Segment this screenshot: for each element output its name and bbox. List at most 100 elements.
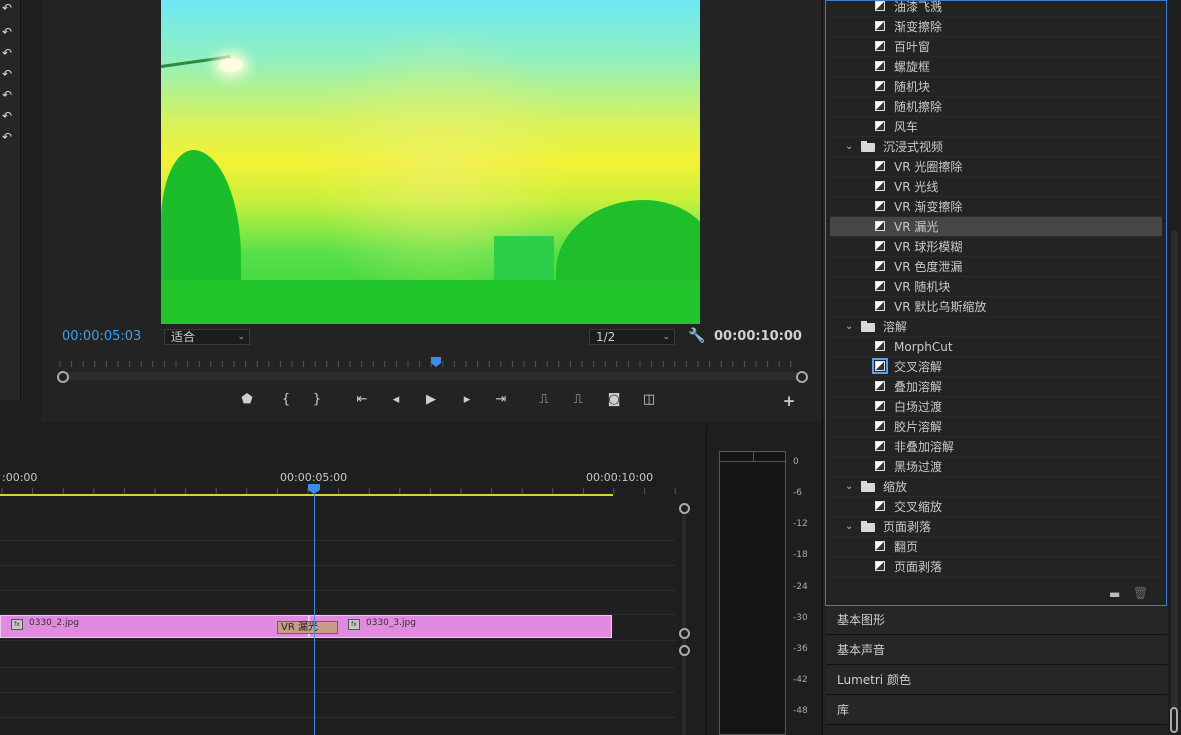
effect-item[interactable]: VR 球形模糊: [830, 237, 1162, 257]
chevron-down-icon[interactable]: ⌄: [845, 517, 853, 537]
chevron-down-icon[interactable]: ⌄: [845, 137, 853, 157]
monitor-zoom-bar[interactable]: [62, 372, 801, 380]
effect-item[interactable]: VR 色度泄漏: [830, 257, 1162, 277]
effect-item[interactable]: VR 默比乌斯缩放: [830, 297, 1162, 317]
panel-basic-graphics[interactable]: 基本图形: [826, 606, 1167, 635]
scroll-handle[interactable]: [1170, 707, 1178, 733]
timeline-vertical-scrollbar[interactable]: [682, 512, 686, 735]
undo-icon[interactable]: ↶: [0, 108, 14, 124]
effect-item[interactable]: 交叉缩放: [830, 497, 1162, 517]
fit-select[interactable]: 适合 ⌄: [164, 329, 250, 345]
undo-icon[interactable]: ↶: [0, 0, 14, 16]
undo-icon[interactable]: ↶: [0, 24, 14, 40]
timeline-ruler-label: 00:00:10:00: [586, 471, 654, 484]
lift-icon[interactable]: ⎍: [535, 392, 553, 407]
clip[interactable]: fx 0330_2.jpg: [0, 615, 309, 638]
trash-icon[interactable]: 🗑: [1133, 586, 1148, 600]
effect-item[interactable]: 风车: [830, 117, 1162, 137]
db-label: -48: [793, 706, 808, 716]
effect-item[interactable]: 油漆飞溅: [830, 0, 1162, 17]
camera-icon[interactable]: ◙: [605, 392, 623, 407]
effect-folder[interactable]: ⌄ 沉浸式视频: [830, 137, 1162, 157]
mark-in-icon[interactable]: {: [277, 392, 295, 407]
scrollbar-thumb[interactable]: [1171, 230, 1178, 710]
effect-folder[interactable]: ⌄ 溶解: [830, 317, 1162, 337]
folder-label: 缩放: [883, 480, 908, 494]
effect-label: 油漆飞溅: [894, 0, 943, 14]
effect-item[interactable]: 螺旋框: [830, 57, 1162, 77]
effect-item[interactable]: MorphCut: [830, 337, 1162, 357]
transition-icon: [875, 401, 885, 411]
effect-item[interactable]: VR 渐变擦除: [830, 197, 1162, 217]
step-forward-icon[interactable]: ▸: [458, 392, 476, 407]
folder-icon: [861, 481, 875, 492]
add-marker-icon[interactable]: ⬟: [238, 392, 256, 407]
effect-label: VR 默比乌斯缩放: [894, 300, 987, 314]
scroll-handle[interactable]: [679, 645, 690, 656]
transition-icon: [875, 41, 885, 51]
mark-out-icon[interactable]: }: [308, 392, 326, 407]
effect-item[interactable]: 叠加溶解: [830, 377, 1162, 397]
zoom-handle-left[interactable]: [57, 371, 69, 383]
step-back-icon[interactable]: ◂: [387, 392, 405, 407]
effect-item[interactable]: 交叉溶解: [830, 357, 1162, 377]
effect-item[interactable]: 白场过渡: [830, 397, 1162, 417]
effect-item[interactable]: 百叶窗: [830, 37, 1162, 57]
effect-item[interactable]: 随机块: [830, 77, 1162, 97]
effect-label: 胶片溶解: [894, 420, 943, 434]
new-folder-icon[interactable]: ▬: [1109, 587, 1120, 601]
transition-icon: [875, 201, 885, 211]
effect-label: 黑场过渡: [894, 460, 943, 474]
transition-icon: [875, 501, 885, 511]
undo-icon[interactable]: ↶: [0, 87, 14, 103]
transition-icon: [875, 1, 885, 11]
effect-item[interactable]: 渐变擦除: [830, 17, 1162, 37]
zoom-handle-right[interactable]: [796, 371, 808, 383]
effect-folder[interactable]: ⌄ 页面剥落: [830, 517, 1162, 537]
effect-folder[interactable]: ⌄ 缩放: [830, 477, 1162, 497]
go-to-out-icon[interactable]: ⇥: [492, 392, 510, 407]
chevron-down-icon[interactable]: ⌄: [845, 317, 853, 337]
go-to-in-icon[interactable]: ⇤: [353, 392, 371, 407]
comparison-view-icon[interactable]: ◫: [640, 392, 658, 407]
wrench-icon[interactable]: 🔧: [688, 328, 705, 344]
effect-item[interactable]: VR 光圈擦除: [830, 157, 1162, 177]
effect-item[interactable]: VR 随机块: [830, 277, 1162, 297]
transition[interactable]: VR 漏光: [277, 621, 338, 634]
panel-lumetri-color[interactable]: Lumetri 颜色: [826, 666, 1167, 695]
extract-icon[interactable]: ⎍: [569, 392, 587, 407]
db-label: -36: [793, 644, 808, 654]
add-button-icon[interactable]: +: [780, 392, 798, 410]
effect-label: 交叉缩放: [894, 500, 943, 514]
effect-item[interactable]: VR 漏光: [830, 217, 1162, 237]
effect-item[interactable]: 翻页: [830, 537, 1162, 557]
scroll-handle[interactable]: [679, 503, 690, 514]
transition-icon: [875, 261, 885, 271]
work-area-bar[interactable]: [0, 494, 613, 496]
undo-icon[interactable]: ↶: [0, 129, 14, 145]
scroll-handle[interactable]: [679, 628, 690, 639]
effect-label: VR 漏光: [894, 220, 939, 234]
chevron-down-icon[interactable]: ⌄: [845, 477, 853, 497]
transition-icon: [872, 358, 888, 374]
undo-icon[interactable]: ↶: [0, 45, 14, 61]
effect-item[interactable]: 非叠加溶解: [830, 437, 1162, 457]
effect-item[interactable]: 随机擦除: [830, 97, 1162, 117]
folder-label: 溶解: [883, 320, 908, 334]
play-icon[interactable]: ▶: [422, 392, 440, 407]
effect-label: 渐变擦除: [894, 20, 943, 34]
resolution-select[interactable]: 1/2 ⌄: [589, 329, 675, 345]
effect-item[interactable]: 黑场过渡: [830, 457, 1162, 477]
effect-item[interactable]: VR 光线: [830, 177, 1162, 197]
transition-icon: [875, 281, 885, 291]
fx-badge-icon: fx: [11, 619, 23, 630]
panel-library[interactable]: 库: [826, 696, 1167, 725]
effect-item[interactable]: 页面剥落: [830, 557, 1162, 577]
folder-icon: [861, 141, 875, 152]
current-timecode[interactable]: 00:00:05:03: [62, 329, 141, 344]
effect-item[interactable]: 胶片溶解: [830, 417, 1162, 437]
panel-basic-sound[interactable]: 基本声音: [826, 636, 1167, 665]
monitor-time-ruler[interactable]: [56, 355, 800, 369]
clip[interactable]: fx 0330_3.jpg: [309, 615, 612, 638]
undo-icon[interactable]: ↶: [0, 66, 14, 82]
